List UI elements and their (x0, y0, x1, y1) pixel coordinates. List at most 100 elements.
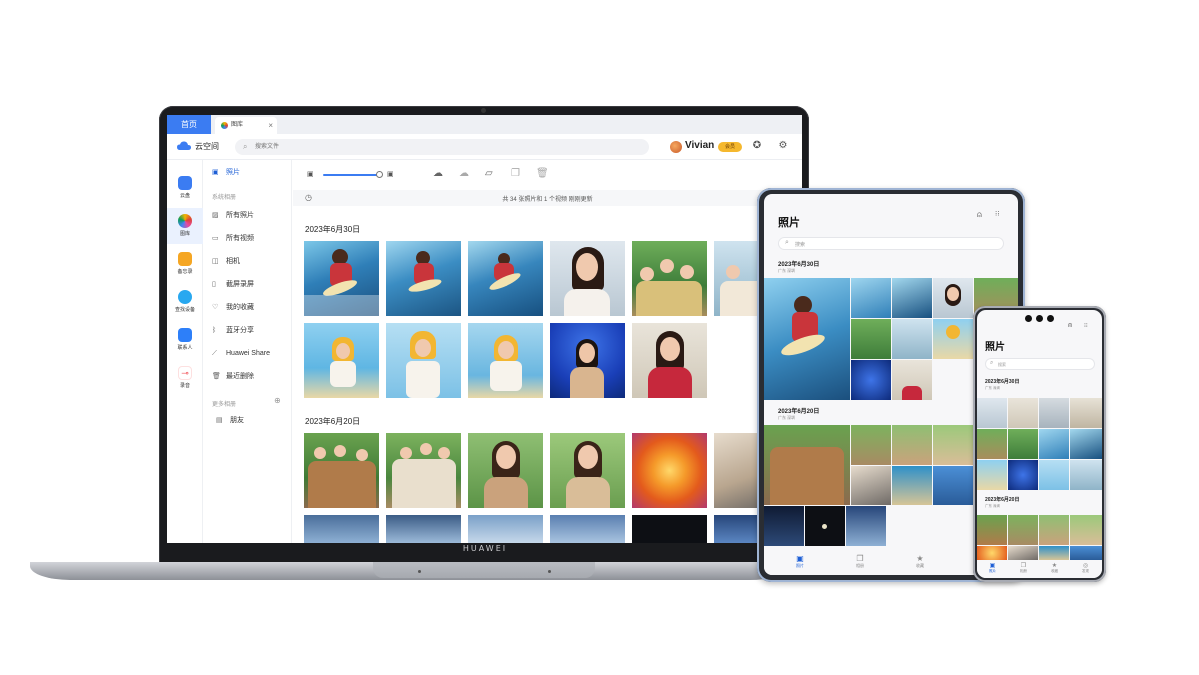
search-bar[interactable]: ⌕ 搜索 (985, 358, 1095, 370)
photo-thumbnail[interactable] (892, 425, 932, 465)
photo-thumbnail[interactable] (1070, 515, 1102, 545)
sidebar-item-photos[interactable]: ▣ 照片 (212, 167, 240, 179)
photo-thumbnail[interactable] (304, 241, 379, 316)
copy-icon[interactable]: ❐ (511, 168, 520, 179)
photo-thumbnail[interactable] (468, 241, 543, 316)
folder-icon[interactable]: ▱ (485, 168, 493, 179)
photo-thumbnail[interactable] (1008, 398, 1038, 428)
search-bar[interactable]: ⌕ 搜索 (778, 237, 1004, 250)
photo-thumbnail[interactable] (764, 425, 850, 505)
photo-thumbnail[interactable] (468, 323, 543, 398)
photo-thumbnail[interactable] (1008, 460, 1038, 490)
photo-thumbnail[interactable] (851, 319, 891, 359)
photo-thumbnail[interactable] (1039, 546, 1069, 560)
account-icon[interactable]: ⍝ (1068, 322, 1072, 330)
trash-icon[interactable]: 🗑 (536, 168, 549, 179)
photo-thumbnail[interactable] (1070, 398, 1102, 428)
sidebar-item-all-photos[interactable]: ▨ 所有照片 (212, 210, 254, 222)
photo-thumbnail[interactable] (1039, 460, 1069, 490)
more-icon[interactable]: ⁝⁝ (995, 210, 999, 218)
photo-thumbnail[interactable] (1039, 398, 1069, 428)
photo-thumbnail[interactable] (933, 466, 973, 505)
sidebar-item-friends[interactable]: ▤ 朋友 (216, 415, 244, 427)
sidebar-item-camera[interactable]: ◫ 相机 (212, 256, 240, 268)
photo-thumbnail[interactable] (632, 515, 707, 543)
photo-thumbnail[interactable] (550, 241, 625, 316)
photo-thumbnail[interactable] (468, 515, 543, 543)
photo-thumbnail[interactable] (1008, 515, 1038, 545)
avatar[interactable] (670, 141, 682, 153)
sidebar-item-recently-deleted[interactable]: 🗑 最近删除 (212, 371, 254, 383)
photo-thumbnail[interactable] (632, 433, 707, 508)
photo-thumbnail[interactable] (304, 433, 379, 508)
photo-thumbnail[interactable] (632, 323, 707, 398)
photo-thumbnail[interactable] (386, 323, 461, 398)
rail-item-drive[interactable]: 云盘 (167, 170, 203, 206)
photo-thumbnail[interactable] (933, 278, 973, 318)
photo-thumbnail[interactable] (851, 425, 891, 465)
tab-photos[interactable]: ▣ 照片 (780, 554, 820, 569)
sidebar-item-huawei-share[interactable]: ⟋ Huawei Share (212, 348, 270, 360)
tab-photos[interactable]: ▣ 照片 (980, 562, 1005, 574)
sidebar-item-favorites[interactable]: ♡ 我的收藏 (212, 302, 254, 314)
account-icon[interactable]: ⍝ (977, 210, 982, 220)
photo-thumbnail[interactable] (1008, 429, 1038, 459)
photo-thumbnail[interactable] (386, 241, 461, 316)
photo-thumbnail[interactable] (304, 515, 379, 543)
sidebar-item-bluetooth[interactable]: ᛒ 蓝牙分享 (212, 325, 254, 337)
gear-icon[interactable]: ⚙ (777, 140, 789, 152)
tab-favorites[interactable]: ★ 收藏 (900, 554, 940, 569)
cloud-upload-icon[interactable]: ☁ (433, 168, 443, 179)
user-name[interactable]: Vivian (685, 140, 714, 151)
photo-thumbnail[interactable] (1008, 546, 1038, 560)
sidebar-item-screenshots[interactable]: ▯ 截屏录屏 (212, 279, 254, 291)
photo-thumbnail[interactable] (632, 241, 707, 316)
photo-thumbnail[interactable] (892, 466, 932, 505)
rail-item-recorder[interactable]: ⊸ 录音 (167, 360, 203, 396)
close-tab-icon[interactable]: × (268, 117, 273, 134)
photo-thumbnail[interactable] (1039, 429, 1069, 459)
photo-thumbnail[interactable] (977, 460, 1007, 490)
photo-thumbnail[interactable] (550, 515, 625, 543)
tab-favorites[interactable]: ★ 收藏 (1042, 562, 1067, 574)
search-input[interactable] (255, 141, 635, 153)
tab-gallery[interactable]: 图库 × (215, 117, 277, 134)
rail-item-contacts[interactable]: 联系人 (167, 322, 203, 358)
photo-thumbnail[interactable] (933, 425, 973, 465)
tab-home[interactable]: 首页 (167, 115, 211, 134)
sidebar-item-all-videos[interactable]: ▭ 所有视频 (212, 233, 254, 245)
photo-thumbnail[interactable] (1070, 429, 1102, 459)
zoom-slider[interactable] (323, 174, 379, 176)
photo-thumbnail[interactable] (764, 506, 804, 546)
photo-thumbnail[interactable] (977, 429, 1007, 459)
photo-thumbnail[interactable] (977, 546, 1007, 560)
photo-thumbnail[interactable] (977, 398, 1007, 428)
photo-thumbnail[interactable] (851, 466, 891, 505)
photo-thumbnail[interactable] (892, 319, 932, 359)
zoom-in-icon[interactable]: ▣ (387, 170, 394, 178)
photo-thumbnail[interactable] (304, 323, 379, 398)
photo-thumbnail[interactable] (1070, 460, 1102, 490)
photo-thumbnail[interactable] (386, 515, 461, 543)
rail-item-notes[interactable]: 备忘录 (167, 246, 203, 282)
photo-thumbnail[interactable] (468, 433, 543, 508)
photo-thumbnail[interactable] (550, 433, 625, 508)
photo-thumbnail[interactable] (846, 506, 886, 546)
zoom-out-icon[interactable]: ▣ (307, 170, 314, 178)
plus-circle-icon[interactable]: ⊕ (274, 396, 281, 405)
vip-badge[interactable]: 会员 (718, 142, 742, 152)
pinwheel-icon[interactable]: ✪ (751, 140, 763, 152)
tab-albums[interactable]: ❐ 相册 (1011, 562, 1036, 574)
rail-item-gallery[interactable]: 图库 (167, 208, 203, 244)
photo-thumbnail[interactable] (805, 506, 845, 546)
tab-albums[interactable]: ❐ 相册 (840, 554, 880, 569)
cloud-download-icon[interactable]: ☁ (459, 168, 469, 179)
photo-thumbnail[interactable] (892, 278, 932, 318)
tab-discover[interactable]: ◎ 发现 (1073, 562, 1098, 574)
photo-thumbnail[interactable] (851, 278, 891, 318)
photo-thumbnail[interactable] (1070, 546, 1102, 560)
photo-thumbnail[interactable] (764, 278, 850, 400)
photo-thumbnail[interactable] (386, 433, 461, 508)
search-bar[interactable]: ⌕ (235, 139, 649, 155)
photo-thumbnail[interactable] (933, 319, 973, 359)
